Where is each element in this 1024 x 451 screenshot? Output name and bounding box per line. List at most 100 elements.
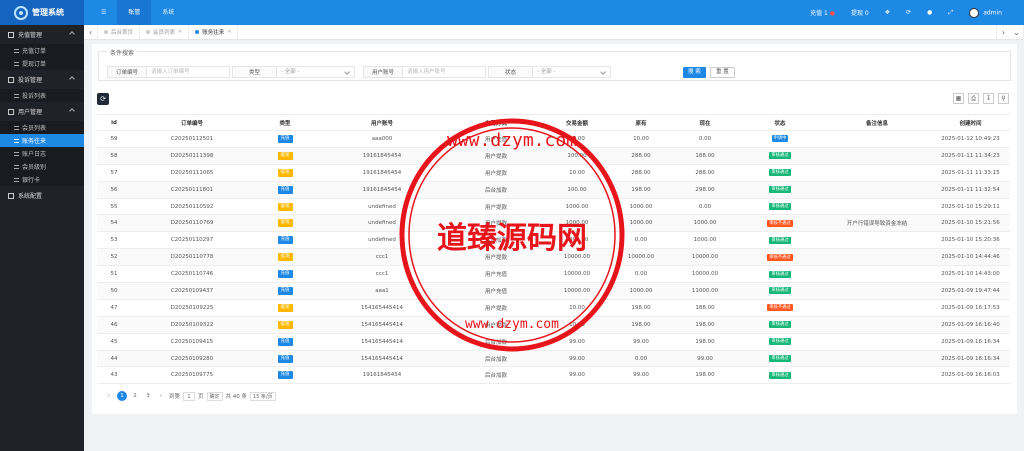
column-header[interactable]: 现在 (673, 114, 737, 131)
sidebar-item-transactions[interactable]: 账务往来 (0, 134, 84, 147)
status-select[interactable]: - 全部 - (533, 66, 612, 78)
table-toolbar: ▦ ⎙ ↧ ⚲ (953, 93, 1009, 104)
column-header[interactable]: 交易方式 (447, 114, 545, 131)
column-header[interactable]: 用户账号 (317, 114, 447, 131)
type-badge: 提现 (277, 320, 293, 329)
table-row[interactable]: 47 D20250109225 提现 154165445414 用户提款 10.00 198… (97, 299, 1010, 317)
tab-member-list[interactable]: 会员列表 ✕ (140, 24, 190, 40)
table-row[interactable]: 54 D20250110769 提现 undefined 用户提款 1000.00 1000… (97, 214, 1010, 233)
table-cell: 审核通过 (737, 164, 823, 182)
table-cell: 用户充值 (447, 265, 545, 284)
sidebar-item-member-level[interactable]: 会员级别 (0, 160, 84, 173)
close-icon[interactable]: ✕ (178, 29, 182, 35)
page-3-button[interactable]: 3 (143, 391, 153, 401)
type-badge: 充值 (277, 286, 293, 295)
table-row[interactable]: 46 D20250109322 提现 154165445414 用户提款 10.00 198… (97, 316, 1010, 334)
print-icon[interactable]: ⎙ (968, 93, 979, 104)
goto-page-input[interactable]: 1 (183, 391, 196, 401)
table-row[interactable]: 52 D20250110778 提现 ccc1 用户提款 10000.00 10000.00… (97, 248, 1010, 267)
theme-icon[interactable]: ❖ (877, 9, 898, 16)
status-badge: 审核通过 (769, 186, 791, 194)
table-cell: 99.00 (609, 333, 673, 351)
sidebar-item-withdraw-orders[interactable]: 提现订单 (0, 57, 84, 70)
table-cell: 审核通过 (737, 333, 823, 351)
table-cell: 充值 (253, 265, 317, 284)
reset-button[interactable]: 重 置 (710, 67, 735, 78)
withdraw-notice[interactable]: 提现 0 (843, 8, 877, 17)
column-header[interactable]: 备注信息 (823, 114, 931, 131)
top-nav-system[interactable]: 系统 (151, 0, 185, 25)
column-header[interactable]: 状态 (737, 114, 823, 131)
status-badge: 审核通过 (769, 236, 791, 244)
table-row[interactable]: 57 D20250111065 提现 19161845454 用户提款 10.00 288.… (97, 164, 1010, 182)
page-size-select[interactable]: 15 条/页 (250, 391, 276, 401)
column-header[interactable]: id (97, 114, 131, 131)
recharge-notice[interactable]: 充值 1 ● (802, 8, 843, 17)
tab-scroll-right-icon[interactable]: › (996, 24, 1010, 40)
sidebar-item-member-list[interactable]: 会员列表 (0, 121, 84, 134)
table-row[interactable]: 56 C20250111801 充值 19161845454 后台加款 100.00 198… (97, 181, 1010, 199)
search-icon[interactable]: ⚲ (998, 93, 1009, 104)
sidebar-item-complaint-list[interactable]: 投诉列表 (0, 89, 84, 102)
table-cell: 审核通过 (737, 147, 823, 165)
table-cell: 2025-01-10 15:29:11 (931, 198, 1010, 216)
logo-area: 管理系统 (0, 0, 84, 25)
export-icon[interactable]: ↧ (983, 93, 994, 104)
sidebar-item-recharge-orders[interactable]: 充值订单 (0, 44, 84, 57)
table-cell: 充值 (253, 350, 317, 368)
account-input[interactable]: 请输入用户账号 (403, 66, 487, 78)
table-row[interactable]: 53 C20250110297 充值 undefined 后台加款 1000.00 0.00… (97, 231, 1010, 250)
refresh-button[interactable]: ⟳ (97, 93, 109, 105)
next-page-button[interactable]: › (156, 391, 166, 401)
table-row[interactable]: 55 D20250110592 提现 undefined 用户提款 1000.00 1000… (97, 198, 1010, 216)
table-cell: 1000.00 (609, 214, 673, 233)
prev-page-button[interactable]: ‹ (104, 391, 114, 401)
column-header[interactable]: 交易金额 (545, 114, 609, 131)
search-button[interactable]: 搜 索 (683, 67, 706, 78)
table-cell: C20250112501 (131, 130, 253, 148)
close-icon[interactable]: ✕ (227, 29, 231, 35)
top-nav-menu-toggle[interactable]: ☰ (90, 0, 117, 25)
sidebar-group-users[interactable]: 用户管理 (0, 102, 84, 121)
tab-scroll-left-icon[interactable]: ‹ (84, 24, 98, 40)
table-row[interactable]: 51 C20250110746 充值 ccc1 用户充值 10000.00 0.00 1000… (97, 265, 1010, 284)
sidebar-item-bank-card[interactable]: 银行卡 (0, 173, 84, 186)
type-select[interactable]: - 全部 - (277, 66, 356, 78)
fullscreen-icon[interactable]: ⤢ (940, 9, 961, 17)
column-header[interactable]: 类型 (253, 114, 317, 131)
table-row[interactable]: 59 C20250112501 充值 aaa000 用户充值 10.00 10.00 0.00… (97, 130, 1010, 148)
status-badge: 审核通过 (769, 287, 791, 295)
table-cell (823, 299, 931, 317)
lock-icon[interactable]: ● (919, 9, 940, 16)
table-row[interactable]: 44 C20250109280 充值 154165445414 后台加款 99.00 0.0… (97, 350, 1010, 368)
sidebar-group-recharge[interactable]: 充值管理 (0, 25, 84, 44)
sidebar-item-account-log[interactable]: 账户日志 (0, 147, 84, 160)
refresh-icon[interactable]: ⟳ (898, 9, 919, 16)
table-cell: 57 (97, 164, 131, 182)
table-cell: 充值 (253, 231, 317, 250)
table-row[interactable]: 50 C20250109437 充值 aaa1 用户充值 10000.00 1000.00 1… (97, 282, 1010, 300)
sidebar-group-complaints[interactable]: 投诉管理 (0, 70, 84, 89)
tab-menu-chevron-down-icon[interactable]: ⌄ (1010, 24, 1024, 40)
table-row[interactable]: 43 C20250109775 充值 19161845454 后台加款 99.00 99.0… (97, 366, 1010, 385)
user-menu[interactable]: admin (961, 7, 1010, 18)
order-input[interactable]: 请输入订单编号 (147, 66, 231, 78)
column-header[interactable]: 原有 (609, 114, 673, 131)
table-cell: C20250109415 (131, 333, 253, 351)
columns-filter-icon[interactable]: ▦ (953, 93, 964, 104)
page-2-button[interactable]: 2 (130, 391, 140, 401)
top-nav-account[interactable]: 账管 (117, 0, 152, 25)
goto-confirm-button[interactable]: 确定 (206, 391, 223, 401)
column-header[interactable]: 订单编号 (131, 114, 253, 131)
table-row[interactable]: 45 C20250109415 充值 154165445414 后台加款 99.00 99.… (97, 333, 1010, 351)
table-cell: D20250111398 (131, 147, 253, 165)
column-header[interactable]: 创建时间 (931, 114, 1010, 131)
tab-home[interactable]: 后台首页 (98, 24, 141, 40)
tab-transactions[interactable]: 账务往来 ✕ (189, 24, 239, 40)
table-cell: 10000.00 (609, 248, 673, 267)
list-icon (14, 61, 19, 66)
table-row[interactable]: 58 D20250111398 提现 19161845454 用户提款 100.00 288… (97, 147, 1010, 165)
table-cell: 44 (97, 350, 131, 368)
sidebar-group-system[interactable]: 系统配置 (0, 186, 84, 205)
page-1-button[interactable]: 1 (117, 391, 127, 401)
